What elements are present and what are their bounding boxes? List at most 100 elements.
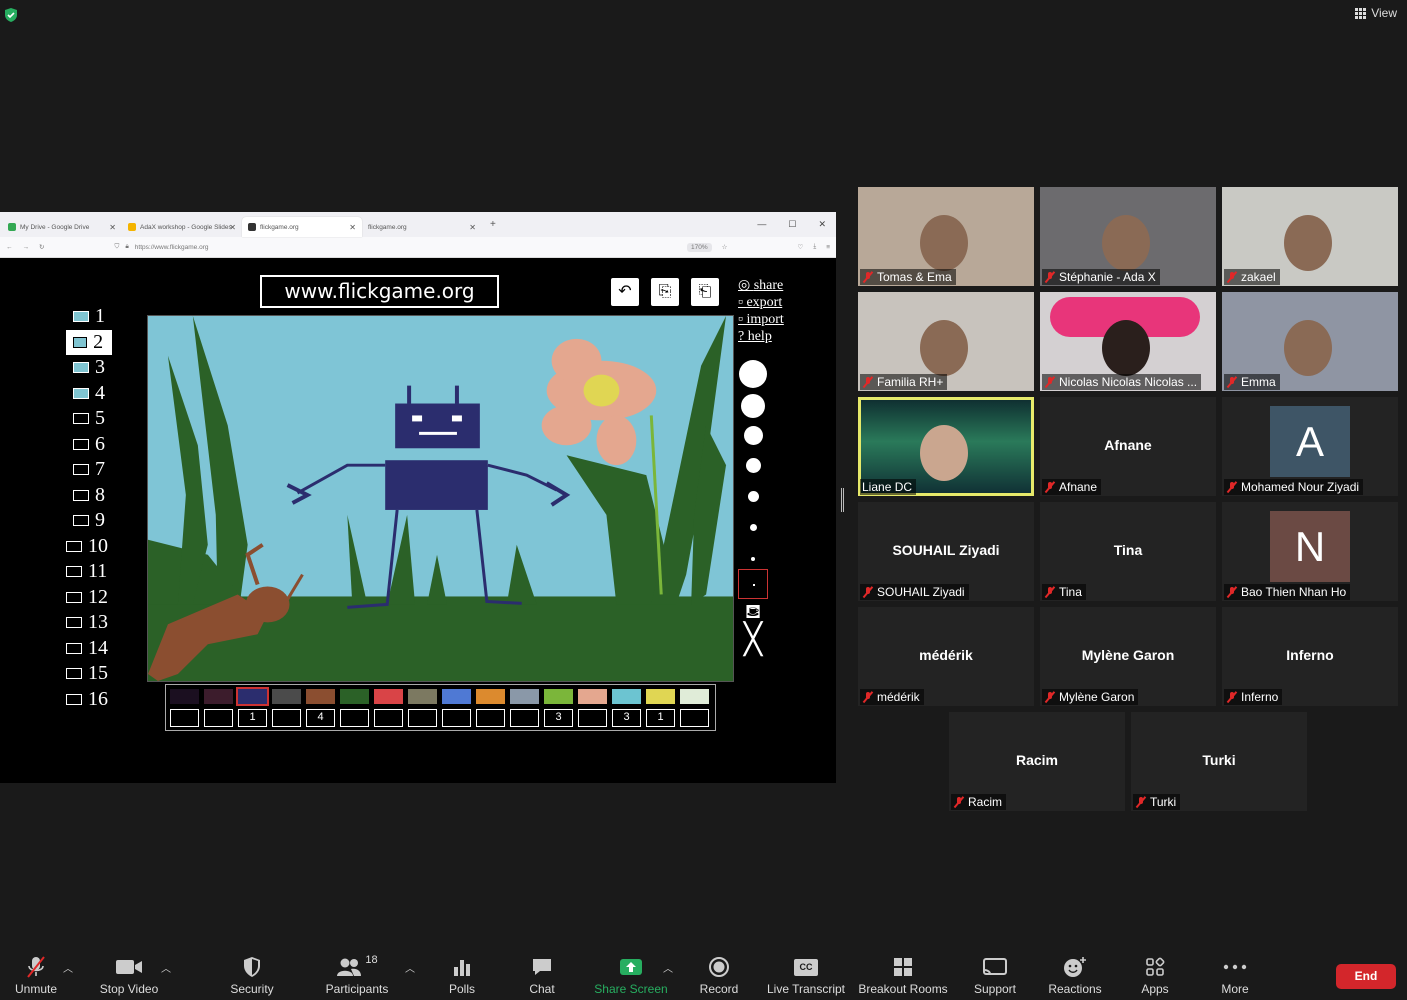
brush-size-7[interactable] bbox=[751, 557, 755, 561]
frame-item[interactable]: 13 bbox=[66, 610, 117, 636]
share-options-chevron-icon[interactable]: ︿ bbox=[663, 960, 673, 975]
security-button[interactable]: Security bbox=[228, 946, 276, 1000]
color-link-target[interactable] bbox=[408, 709, 437, 727]
frame-item[interactable]: 10 bbox=[66, 534, 117, 560]
browser-tab-flickgame[interactable]: flickgame.org ✕ bbox=[362, 217, 482, 237]
frame-item[interactable]: 8 bbox=[66, 483, 117, 509]
participant-tile[interactable]: Familia RH+ bbox=[858, 292, 1034, 391]
end-meeting-button[interactable]: End bbox=[1336, 964, 1396, 989]
video-options-chevron-icon[interactable]: ︿ bbox=[161, 960, 171, 975]
frame-item[interactable]: 5 bbox=[66, 406, 117, 432]
record-button[interactable]: Record bbox=[699, 946, 739, 1000]
reload-icon[interactable]: ↻ bbox=[39, 243, 44, 251]
clear-icon[interactable]: ╳ bbox=[738, 625, 768, 655]
reactions-button[interactable]: Reactions bbox=[1047, 946, 1103, 1000]
participant-tile[interactable]: Stéphanie - Ada X bbox=[1040, 187, 1216, 286]
minimize-icon[interactable]: — bbox=[757, 219, 766, 230]
color-swatch[interactable] bbox=[578, 689, 607, 704]
color-link-target[interactable]: 4 bbox=[306, 709, 335, 727]
color-swatch[interactable] bbox=[510, 689, 539, 704]
share-screen-button[interactable]: Share Screen bbox=[594, 946, 668, 1000]
close-icon[interactable]: ✕ bbox=[349, 223, 356, 232]
frame-item[interactable]: 1 bbox=[66, 304, 117, 330]
color-swatch[interactable] bbox=[544, 689, 573, 704]
participant-tile[interactable]: SOUHAIL Ziyadi SOUHAIL Ziyadi bbox=[858, 502, 1034, 601]
color-link-target[interactable]: 1 bbox=[238, 709, 267, 727]
frame-item[interactable]: 14 bbox=[66, 636, 117, 662]
color-swatch[interactable] bbox=[236, 687, 269, 706]
close-window-icon[interactable]: ✕ bbox=[818, 219, 826, 230]
back-icon[interactable]: ← bbox=[6, 244, 13, 251]
color-link-target[interactable] bbox=[578, 709, 607, 727]
color-link-target[interactable] bbox=[510, 709, 539, 727]
color-link-target[interactable]: 3 bbox=[544, 709, 573, 727]
share-link[interactable]: ◎ share bbox=[738, 277, 784, 294]
color-link-target[interactable]: 3 bbox=[612, 709, 641, 727]
participant-tile[interactable]: Inferno Inferno bbox=[1222, 607, 1398, 706]
frame-item[interactable]: 11 bbox=[66, 559, 117, 585]
import-link[interactable]: ▫ import bbox=[738, 311, 784, 328]
gallery-resize-handle[interactable] bbox=[841, 488, 844, 512]
close-icon[interactable]: ✕ bbox=[229, 223, 236, 232]
brush-size-5[interactable] bbox=[747, 491, 759, 502]
paste-icon[interactable]: ⎗ bbox=[691, 278, 719, 306]
participant-tile[interactable]: Racim Racim bbox=[949, 712, 1125, 811]
copy-icon[interactable]: ⎘ bbox=[651, 278, 679, 306]
color-link-target[interactable] bbox=[374, 709, 403, 727]
participants-button[interactable]: 18 Participants bbox=[324, 946, 390, 1000]
close-icon[interactable]: ✕ bbox=[469, 223, 476, 232]
export-link[interactable]: ▫ export bbox=[738, 294, 784, 311]
forward-icon[interactable]: → bbox=[23, 244, 30, 251]
pocket-icon[interactable]: ♡ bbox=[798, 243, 804, 251]
frame-item[interactable]: 16 bbox=[66, 687, 117, 713]
participant-tile[interactable]: zakael bbox=[1222, 187, 1398, 286]
color-swatch[interactable] bbox=[170, 689, 199, 704]
url-field[interactable]: https://www.flickgame.org bbox=[135, 244, 209, 251]
brush-size-4[interactable] bbox=[745, 458, 761, 473]
color-link-target[interactable] bbox=[272, 709, 301, 727]
participant-tile[interactable]: Afnane Afnane bbox=[1040, 397, 1216, 496]
participant-tile[interactable]: N Bao Thien Nhan Ho bbox=[1222, 502, 1398, 601]
color-swatch[interactable] bbox=[408, 689, 437, 704]
support-button[interactable]: Support bbox=[971, 946, 1019, 1000]
color-swatch[interactable] bbox=[442, 689, 471, 704]
color-link-target[interactable] bbox=[680, 709, 709, 727]
color-swatch[interactable] bbox=[272, 689, 301, 704]
menu-icon[interactable]: ≡ bbox=[826, 244, 830, 251]
brush-size-2[interactable] bbox=[741, 394, 765, 418]
participant-tile[interactable]: Nicolas Nicolas Nicolas ... bbox=[1040, 292, 1216, 391]
color-link-target[interactable] bbox=[340, 709, 369, 727]
brush-size-6[interactable] bbox=[749, 524, 757, 531]
color-swatch[interactable] bbox=[340, 689, 369, 704]
breakout-rooms-button[interactable]: Breakout Rooms bbox=[858, 946, 948, 1000]
close-icon[interactable]: ✕ bbox=[109, 223, 116, 232]
participant-tile[interactable]: Mylène Garon Mylène Garon bbox=[1040, 607, 1216, 706]
bookmark-star-icon[interactable]: ☆ bbox=[722, 243, 728, 251]
color-swatch[interactable] bbox=[680, 689, 709, 704]
new-tab-button[interactable]: + bbox=[490, 219, 496, 230]
polls-button[interactable]: Polls bbox=[445, 946, 479, 1000]
participant-tile[interactable]: Liane DC bbox=[858, 397, 1034, 496]
chat-button[interactable]: Chat bbox=[526, 946, 558, 1000]
participant-tile[interactable]: Turki Turki bbox=[1131, 712, 1307, 811]
more-button[interactable]: More bbox=[1218, 946, 1252, 1000]
browser-tab-flickgame-active[interactable]: flickgame.org ✕ bbox=[242, 217, 362, 237]
color-link-target[interactable] bbox=[170, 709, 199, 727]
participants-options-chevron-icon[interactable]: ︿ bbox=[405, 960, 415, 975]
participant-tile[interactable]: Tomas & Ema bbox=[858, 187, 1034, 286]
frame-item[interactable]: 2 bbox=[66, 329, 112, 355]
download-icon[interactable]: ⤓ bbox=[813, 243, 816, 251]
shield-icon[interactable]: ⛉ bbox=[114, 243, 119, 251]
color-link-target[interactable] bbox=[476, 709, 505, 727]
participant-tile[interactable]: Emma bbox=[1222, 292, 1398, 391]
color-swatch[interactable] bbox=[306, 689, 335, 704]
view-button[interactable]: View bbox=[1355, 6, 1397, 20]
color-link-target[interactable]: 1 bbox=[646, 709, 675, 727]
frame-item[interactable]: 4 bbox=[66, 381, 117, 407]
frame-item[interactable]: 3 bbox=[66, 355, 117, 381]
participant-tile[interactable]: Tina Tina bbox=[1040, 502, 1216, 601]
frame-item[interactable]: 6 bbox=[66, 432, 117, 458]
frame-item[interactable]: 12 bbox=[66, 585, 117, 611]
zoom-level[interactable]: 170% bbox=[687, 242, 712, 252]
apps-button[interactable]: Apps bbox=[1138, 946, 1172, 1000]
